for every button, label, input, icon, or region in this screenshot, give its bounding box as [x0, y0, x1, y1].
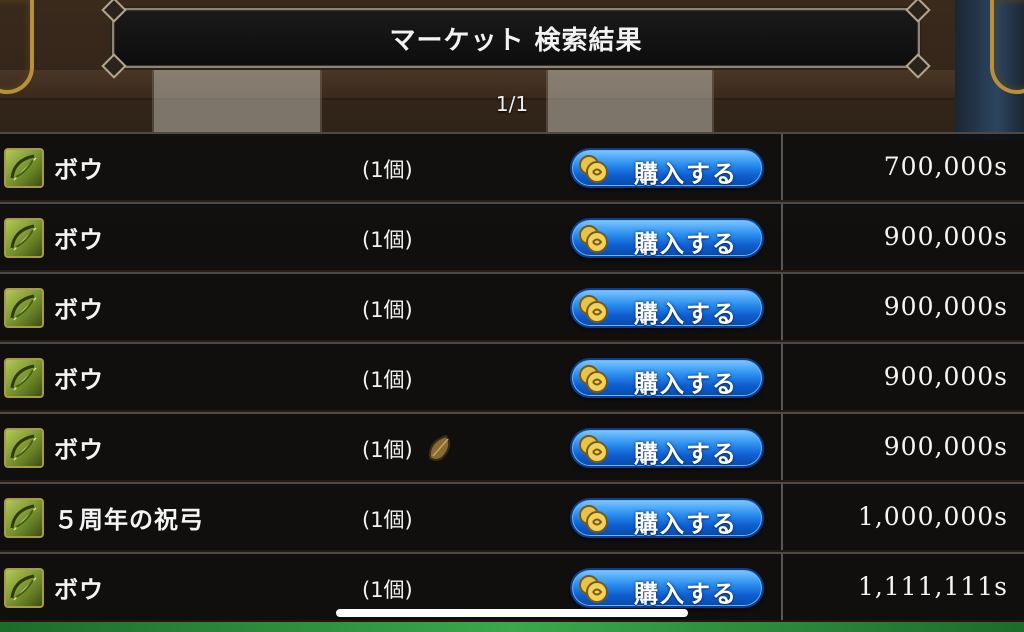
- row-divider: [781, 554, 783, 620]
- home-indicator[interactable]: [336, 609, 688, 617]
- coin-icon: [578, 224, 610, 254]
- page-title: マーケット 検索結果: [389, 25, 643, 56]
- item-name: ボウ: [54, 436, 104, 464]
- item-quantity: (1個): [362, 158, 413, 182]
- bow-icon: [4, 288, 44, 328]
- buy-button-label: 購入する: [634, 300, 738, 328]
- item-quantity: (1個): [362, 228, 413, 252]
- row-divider: [781, 274, 783, 340]
- coin-icon: [578, 294, 610, 324]
- listing-row: ボウ (1個) 購入する 900,000s: [0, 202, 1024, 270]
- buy-button[interactable]: 購入する: [570, 288, 764, 328]
- row-divider: [781, 344, 783, 410]
- bow-icon: [4, 218, 44, 258]
- row-divider: [781, 484, 783, 550]
- frame-ornament-right: [990, 0, 1024, 94]
- item-quantity: (1個): [362, 368, 413, 392]
- listing-row: ボウ (1個) 購入する 700,000s: [0, 132, 1024, 200]
- buy-button-label: 購入する: [634, 370, 738, 398]
- buy-button[interactable]: 購入する: [570, 218, 764, 258]
- item-name: ５周年の祝弓: [54, 506, 204, 534]
- item-name: ボウ: [54, 296, 104, 324]
- item-quantity: (1個): [362, 508, 413, 532]
- item-quantity: (1個): [362, 578, 413, 602]
- buy-button[interactable]: 購入する: [570, 148, 764, 188]
- title-corner: [101, 0, 127, 23]
- item-name: ボウ: [54, 156, 104, 184]
- buy-button-label: 購入する: [634, 440, 738, 468]
- listing-row: ボウ (1個) 購入する 900,000s: [0, 272, 1024, 340]
- item-price: 900,000s: [883, 222, 1008, 251]
- item-price: 900,000s: [883, 362, 1008, 391]
- buy-button[interactable]: 購入する: [570, 358, 764, 398]
- buy-button[interactable]: 購入する: [570, 428, 764, 468]
- bow-icon: [4, 148, 44, 188]
- item-price: 1,111,111s: [857, 572, 1008, 601]
- title-bar: マーケット 検索結果: [101, 0, 931, 79]
- buy-button[interactable]: 購入する: [570, 498, 764, 538]
- buy-button-label: 購入する: [634, 230, 738, 258]
- row-divider: [781, 204, 783, 270]
- bow-icon: [4, 358, 44, 398]
- item-name: ボウ: [54, 366, 104, 394]
- item-quantity: (1個): [362, 438, 413, 462]
- item-price: 900,000s: [883, 292, 1008, 321]
- coin-icon: [578, 574, 610, 604]
- page-indicator: 1/1: [495, 92, 529, 116]
- market-screen: マーケット 検索結果 1/1 ボウ (1個) 購入する 700,000s ボウ …: [0, 0, 1024, 632]
- bow-icon: [4, 568, 44, 608]
- row-divider: [781, 134, 783, 200]
- item-name: ボウ: [54, 576, 104, 604]
- item-price: 700,000s: [883, 152, 1008, 181]
- item-quantity: (1個): [362, 298, 413, 322]
- buy-button-label: 購入する: [634, 580, 738, 608]
- seed-icon: [424, 432, 456, 464]
- frame-ornament-left: [0, 0, 34, 94]
- listing-list: ボウ (1個) 購入する 700,000s ボウ (1個) 購入する 900,0…: [0, 132, 1024, 622]
- bottom-strip: [0, 622, 1024, 632]
- coin-icon: [578, 364, 610, 394]
- listing-row: ボウ (1個) 購入する 900,000s: [0, 412, 1024, 480]
- item-price: 900,000s: [883, 432, 1008, 461]
- buy-button-label: 購入する: [634, 160, 738, 188]
- item-price: 1,000,000s: [857, 502, 1008, 531]
- item-name: ボウ: [54, 226, 104, 254]
- buy-button-label: 購入する: [634, 510, 738, 538]
- listing-row: ５周年の祝弓 (1個) 購入する 1,000,000s: [0, 482, 1024, 550]
- coin-icon: [578, 154, 610, 184]
- row-divider: [781, 414, 783, 480]
- buy-button[interactable]: 購入する: [570, 568, 764, 608]
- bow-icon: [4, 428, 44, 468]
- coin-icon: [578, 434, 610, 464]
- title-corner: [905, 0, 931, 23]
- coin-icon: [578, 504, 610, 534]
- listing-row: ボウ (1個) 購入する 900,000s: [0, 342, 1024, 410]
- bow-icon: [4, 498, 44, 538]
